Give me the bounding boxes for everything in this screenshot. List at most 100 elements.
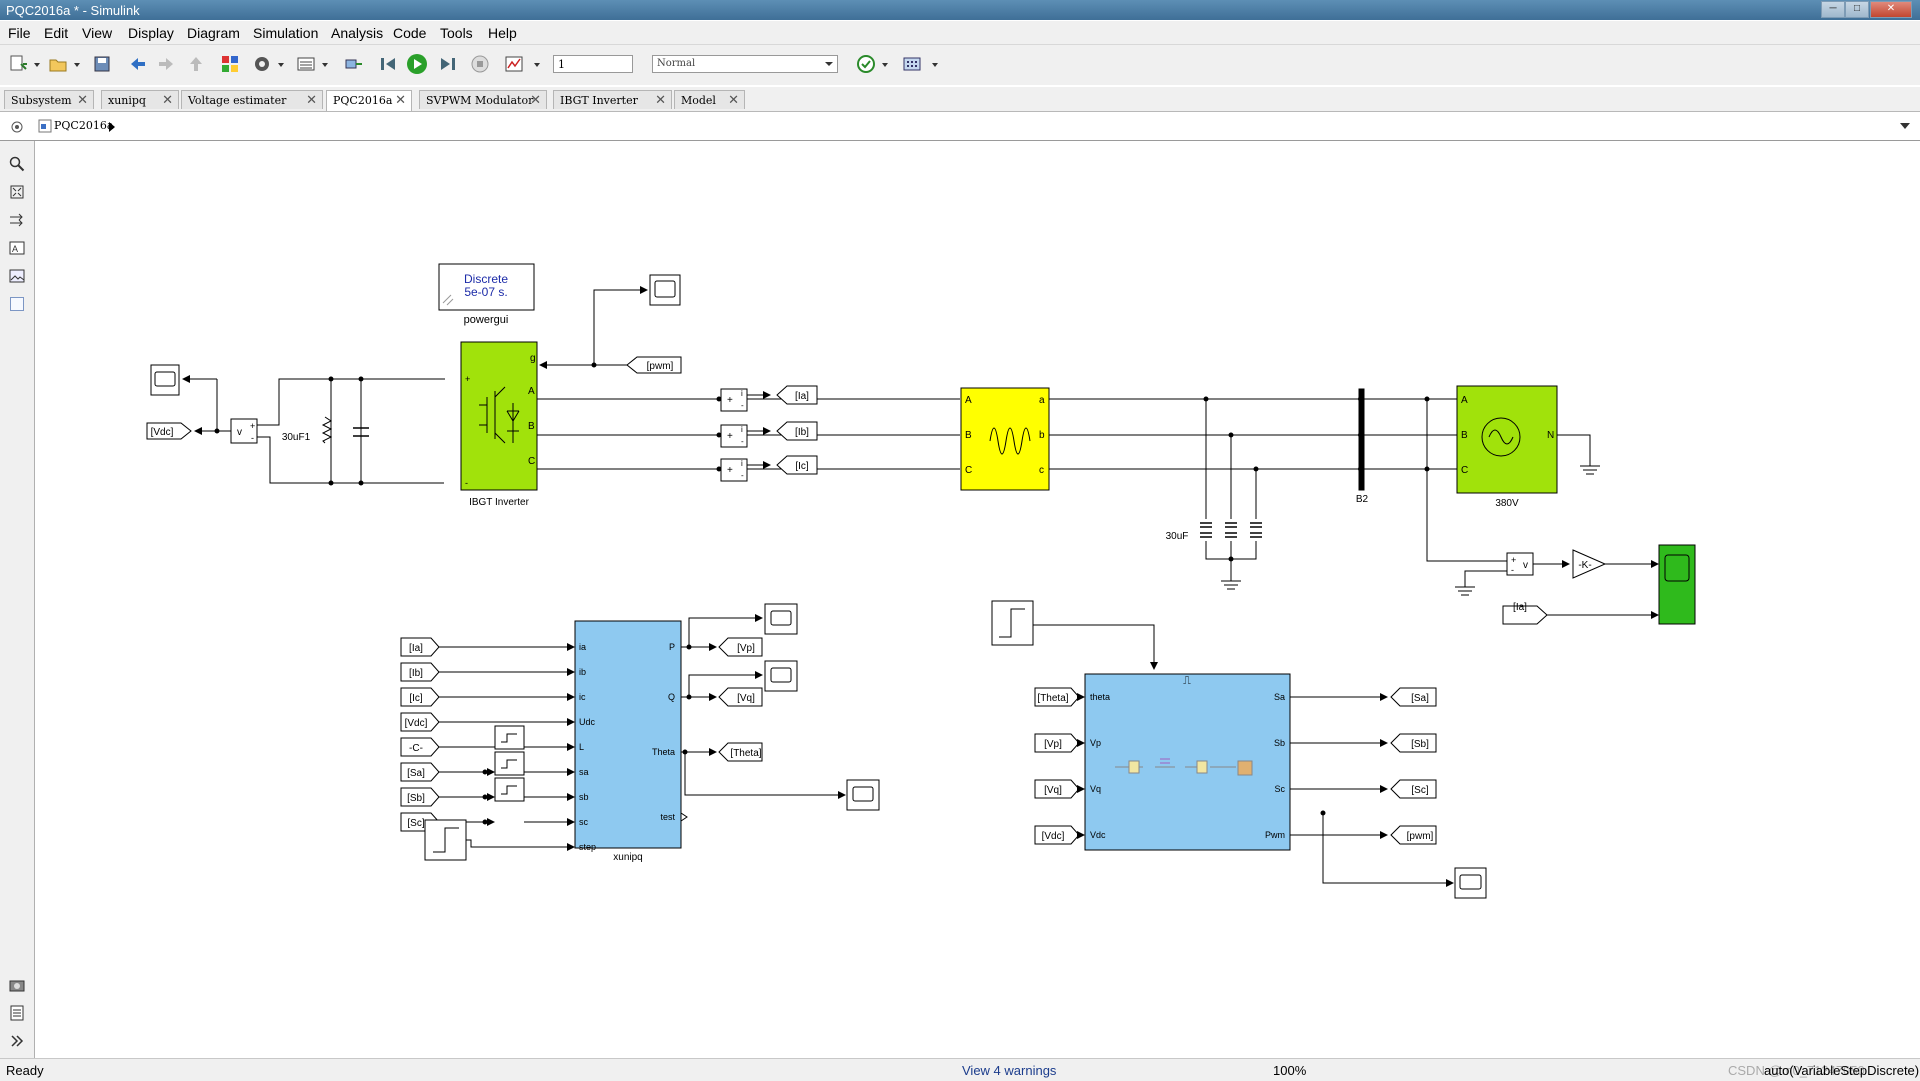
scope-p[interactable] (764, 603, 798, 635)
close-icon[interactable]: ✕ (77, 91, 88, 110)
three-phase-source[interactable]: A B C N 380V (1456, 385, 1558, 509)
report-icon[interactable] (9, 1005, 25, 1021)
current-measurement-c[interactable]: + i - (720, 458, 748, 482)
screenshot-icon[interactable] (9, 977, 25, 993)
scope-q[interactable] (764, 660, 798, 692)
scope-dropdown-icon[interactable] (532, 54, 542, 74)
warnings-link[interactable]: View 4 warnings (962, 1063, 1056, 1078)
current-measurement-b[interactable]: + i - (720, 424, 748, 448)
igbt-inverter-block[interactable]: g + - A B C IBGT Inverter (460, 341, 538, 508)
gain-block[interactable]: -K- (1572, 549, 1607, 579)
scope-viewer-icon[interactable] (504, 54, 524, 74)
hide-browser-icon[interactable] (10, 120, 24, 134)
up-icon[interactable] (186, 54, 206, 74)
voltage-measurement[interactable]: v + - (230, 418, 258, 444)
goto-tag-pwm[interactable]: [pwm] (626, 356, 682, 374)
menu-display[interactable]: Display (128, 25, 174, 41)
menu-edit[interactable]: Edit (44, 25, 68, 41)
close-icon[interactable]: ✕ (655, 91, 666, 110)
menu-help[interactable]: Help (488, 25, 517, 41)
update-diagram-icon[interactable] (344, 54, 364, 74)
new-model-icon[interactable] (8, 54, 28, 74)
library-browser-icon[interactable] (220, 54, 240, 74)
block-diagram[interactable]: Discrete 5e-07 s. powergui [pwm] [Vdc] v… (35, 141, 1920, 1058)
tab-voltage-estimater[interactable]: Voltage estimater ✕ (181, 90, 323, 109)
tab-igbt-inverter[interactable]: IBGT Inverter ✕ (553, 90, 672, 109)
scope-block[interactable] (649, 274, 681, 306)
model-canvas[interactable]: Discrete 5e-07 s. powergui [pwm] [Vdc] v… (35, 141, 1920, 1058)
goto-tag-ic[interactable]: [Ic] (776, 455, 818, 475)
image-icon[interactable] (9, 268, 25, 284)
open-dropdown-icon[interactable] (72, 54, 82, 74)
title-bar: PQC2016a * - Simulink ─ □ ✕ (0, 0, 1920, 20)
config-dropdown-icon[interactable] (276, 54, 286, 74)
arrow-icon[interactable] (9, 212, 25, 228)
menu-file[interactable]: File (8, 25, 31, 41)
model-explorer-icon[interactable] (296, 54, 316, 74)
step-block[interactable] (424, 819, 467, 861)
run-icon[interactable] (406, 53, 428, 75)
goto-tag-ia-grid[interactable]: [Ia] (1502, 602, 1548, 625)
voltage-measurement-grid[interactable]: + - v (1506, 552, 1534, 576)
build-dropdown-icon[interactable] (930, 54, 940, 74)
stop-time-input[interactable] (553, 55, 633, 73)
powergui-block[interactable]: Discrete 5e-07 s. powergui (438, 263, 535, 326)
tab-pqc2016a[interactable]: PQC2016a ✕ (326, 90, 412, 111)
menu-analysis[interactable]: Analysis (331, 25, 383, 41)
menu-tools[interactable]: Tools (440, 25, 473, 41)
maximize-button[interactable]: □ (1845, 1, 1869, 18)
fit-view-icon[interactable] (9, 184, 25, 200)
back-icon[interactable] (128, 54, 148, 74)
xunipq-block[interactable]: xunipq (574, 620, 682, 863)
close-icon[interactable]: ✕ (395, 91, 406, 110)
menu-view[interactable]: View (82, 25, 112, 41)
scope-grid[interactable] (1658, 544, 1696, 625)
model-config-icon[interactable] (252, 54, 272, 74)
goto-tag-ia[interactable]: [Ia] (776, 385, 818, 405)
scope-theta[interactable] (846, 779, 880, 811)
tab-svpwm-modulator[interactable]: SVPWM Modulator ✕ (419, 90, 547, 109)
chevron-down-icon[interactable] (1900, 122, 1910, 130)
menu-code[interactable]: Code (393, 25, 426, 41)
tab-xunipq[interactable]: xunipq ✕ (101, 90, 179, 109)
current-measurement-a[interactable]: + i - (720, 388, 748, 412)
scope-block[interactable] (150, 364, 180, 396)
zoh-blocks[interactable] (494, 725, 525, 802)
annotation-icon[interactable]: A (9, 240, 25, 256)
close-button[interactable]: ✕ (1870, 1, 1912, 18)
step-block-2[interactable] (991, 600, 1034, 646)
new-dropdown-icon[interactable] (32, 54, 42, 74)
model-advisor-icon[interactable] (856, 54, 876, 74)
explorer-dropdown-icon[interactable] (320, 54, 330, 74)
goto-tag-ib[interactable]: [Ib] (776, 421, 818, 441)
step-back-icon[interactable] (378, 54, 398, 74)
tab-model[interactable]: Model ✕ (674, 90, 745, 109)
open-icon[interactable] (48, 54, 68, 74)
close-icon[interactable]: ✕ (306, 91, 317, 110)
advisor-dropdown-icon[interactable] (880, 54, 890, 74)
simulation-mode-select[interactable]: Normal (652, 55, 838, 73)
build-icon[interactable] (902, 54, 922, 74)
scope-pwm[interactable] (1454, 867, 1487, 899)
menu-simulation[interactable]: Simulation (253, 25, 318, 41)
menu-diagram[interactable]: Diagram (187, 25, 240, 41)
svpwm-block[interactable]: ⎍ (1084, 673, 1291, 851)
goto-tag-vdc[interactable]: [Vdc] (146, 422, 192, 440)
save-icon[interactable] (92, 54, 112, 74)
close-icon[interactable]: ✕ (728, 91, 739, 110)
minimize-button[interactable]: ─ (1821, 1, 1845, 18)
close-icon[interactable]: ✕ (530, 91, 541, 110)
area-icon[interactable] (9, 296, 25, 312)
inductor-block[interactable]: A B C a b c (960, 387, 1050, 491)
solver-status[interactable]: auto(VariableStepDiscrete) (1764, 1063, 1919, 1078)
bus-b2[interactable] (1358, 388, 1365, 491)
zoom-icon[interactable] (9, 156, 25, 172)
tab-subsystem[interactable]: Subsystem ✕ (4, 90, 94, 109)
tag-vdc-label: [Vdc] (151, 427, 174, 438)
step-forward-icon[interactable] (438, 54, 458, 74)
stop-icon[interactable] (470, 54, 490, 74)
forward-icon[interactable] (156, 54, 176, 74)
expand-icon[interactable] (9, 1033, 25, 1049)
breadcrumb[interactable]: PQC2016a (54, 119, 113, 132)
close-icon[interactable]: ✕ (162, 91, 173, 110)
